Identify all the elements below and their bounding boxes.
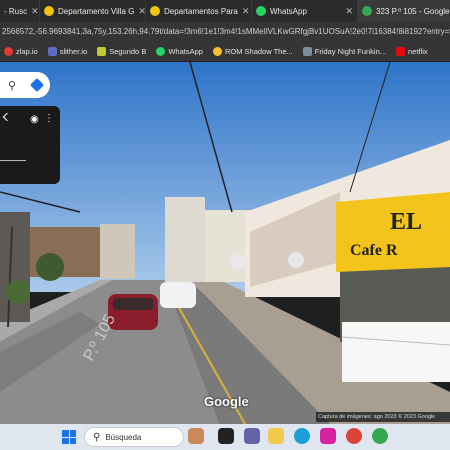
- bookmark-netflix[interactable]: netflix: [396, 47, 428, 56]
- close-icon[interactable]: ✕: [138, 6, 145, 17]
- image-capture-caption: Captura de imágenes: ago 2023 © 2023 Goo…: [316, 412, 450, 422]
- maps-icon: [362, 6, 372, 16]
- bookmark-label: WhatsApp: [168, 47, 203, 56]
- back-arrow-icon[interactable]: [2, 112, 12, 122]
- bookmark-label: slither.io: [59, 47, 88, 56]
- tree: [36, 253, 64, 281]
- building-left-3: [100, 224, 135, 279]
- address-bar[interactable]: 2566572,-56.9693841,3a,75y,153.26h,94.79…: [0, 22, 450, 42]
- whatsapp-icon: [256, 6, 266, 16]
- whatsapp-icon: [156, 47, 166, 56]
- tab-3[interactable]: Departamentos Para ✕: [146, 0, 252, 22]
- tab-1-label: - Rusc: [4, 6, 28, 16]
- bookmark-whatsapp[interactable]: WhatsApp: [156, 47, 203, 56]
- bookmark-rom-shadow[interactable]: ROM Shadow The...: [212, 47, 293, 56]
- close-icon[interactable]: ✕: [242, 6, 250, 17]
- building-center: [205, 210, 250, 282]
- segundo-b-icon: [97, 47, 107, 56]
- close-icon[interactable]: ✕: [345, 6, 353, 17]
- bookmark-label: netflix: [408, 47, 428, 56]
- directions-icon[interactable]: [29, 77, 45, 93]
- white-car: [160, 282, 196, 308]
- rom-icon: [212, 47, 222, 56]
- more-options-icon[interactable]: ⋮: [44, 113, 54, 124]
- cafe-railing: [342, 322, 450, 382]
- google-logo: Google: [204, 394, 249, 409]
- tab-4-label: WhatsApp: [270, 6, 307, 16]
- tower-building: [165, 197, 205, 282]
- cafe-sign-sub: Cafe R: [350, 242, 398, 259]
- street-view[interactable]: EL Cafe R P.º 105 ⚲ ◉ ⋮ Google Captura d…: [0, 62, 450, 424]
- tab-2[interactable]: Departamento Villa G ✕: [40, 0, 146, 22]
- netflix-icon: [396, 47, 406, 56]
- street-view-scene: EL Cafe R P.º 105: [0, 62, 450, 424]
- bookmark-fnf[interactable]: Friday Night Funkin...: [302, 47, 387, 56]
- building-left: [0, 212, 30, 322]
- search-icon[interactable]: ⚲: [8, 79, 16, 92]
- tree: [6, 280, 30, 304]
- bookmark-label: zlap.io: [16, 47, 38, 56]
- bookmark-zlap[interactable]: zlap.io: [4, 47, 38, 56]
- bookmark-label: ROM Shadow The...: [224, 47, 293, 56]
- chrome-profile-icon[interactable]: [372, 428, 388, 444]
- file-explorer-icon[interactable]: [268, 428, 284, 444]
- cafe-sign-main: EL: [390, 209, 422, 235]
- tab-5-label: 323 P.º 105 - Google: [376, 6, 450, 16]
- car-window: [113, 298, 153, 310]
- fnf-icon: [302, 47, 312, 56]
- bookmark-slither[interactable]: slither.io: [47, 47, 88, 56]
- tab-3-label: Departamentos Para: [164, 6, 238, 16]
- tab-5[interactable]: 323 P.º 105 - Google: [358, 0, 450, 22]
- tab-1[interactable]: - Rusc ✕: [0, 0, 40, 22]
- edge-icon[interactable]: [294, 428, 310, 444]
- bookmarks-bar: zlap.io slither.io Segundo B WhatsApp RO…: [0, 42, 450, 62]
- street-view-panel: ◉ ⋮: [0, 106, 60, 184]
- tab-4[interactable]: WhatsApp ✕: [252, 0, 358, 22]
- task-view-icon[interactable]: [218, 428, 234, 444]
- navigation-arrow-icon: [230, 254, 246, 270]
- panel-divider: [0, 160, 26, 161]
- location-pin-icon[interactable]: ◉: [30, 114, 39, 125]
- url-text: 2566572,-56.9693841,3a,75y,153.26h,94.79…: [2, 27, 450, 36]
- tab-strip: - Rusc ✕ Departamento Villa G ✕ Departam…: [0, 0, 450, 22]
- zlap-icon: [4, 47, 13, 56]
- instagram-icon[interactable]: [320, 428, 336, 444]
- maps-search-box[interactable]: ⚲: [0, 72, 50, 98]
- bookmark-label: Segundo B: [109, 47, 147, 56]
- search-icon: ⚲: [93, 431, 101, 443]
- bookmark-label: Friday Night Funkin...: [314, 47, 387, 56]
- tab-favicon-icon: [150, 6, 160, 16]
- slither-icon: [47, 47, 57, 56]
- taskbar-widget-icon[interactable]: [188, 428, 204, 444]
- teams-icon[interactable]: [244, 428, 260, 444]
- taskbar-search-placeholder: Búsqueda: [105, 432, 142, 442]
- navigation-arrow-icon: [288, 252, 304, 268]
- taskbar-search[interactable]: ⚲ Búsqueda: [84, 427, 184, 447]
- windows-start-icon[interactable]: [62, 430, 76, 444]
- bookmark-segundo-b[interactable]: Segundo B: [97, 47, 146, 56]
- close-icon[interactable]: ✕: [31, 6, 39, 17]
- chrome-icon[interactable]: [346, 428, 362, 444]
- tab-favicon-icon: [44, 6, 54, 16]
- tab-2-label: Departamento Villa G: [58, 6, 135, 16]
